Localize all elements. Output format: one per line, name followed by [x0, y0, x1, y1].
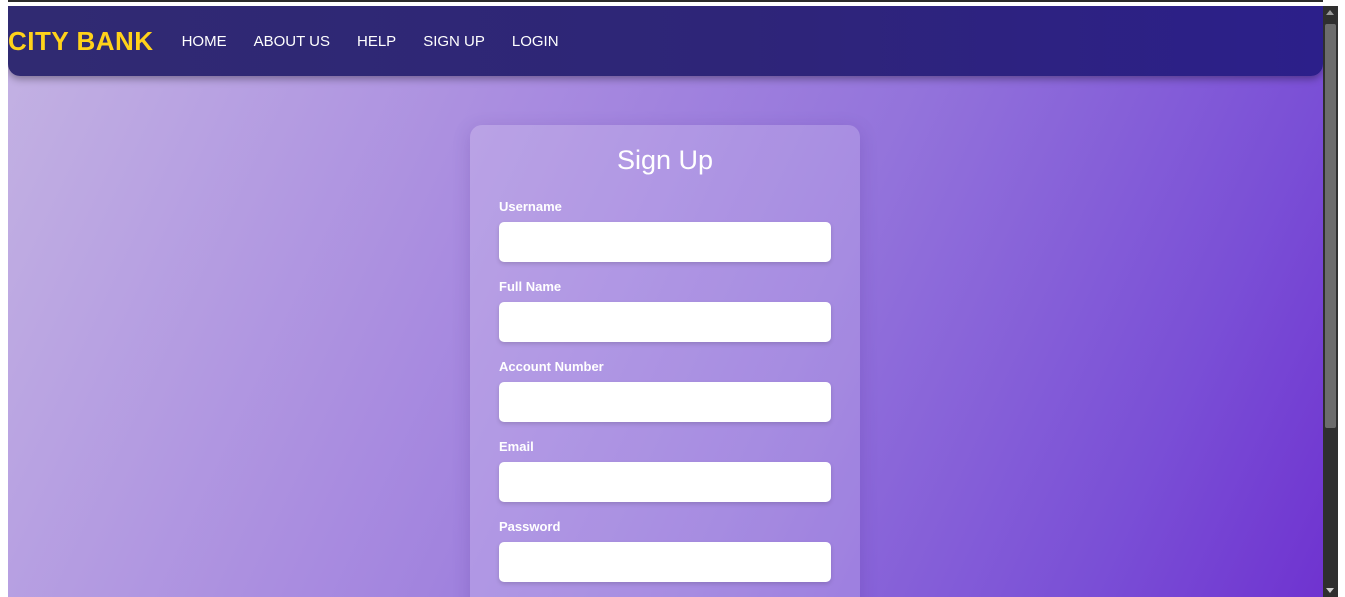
password-label: Password	[499, 519, 561, 534]
password-input[interactable]	[499, 542, 831, 582]
nav-link-sign-up[interactable]: SIGN UP	[423, 33, 485, 50]
scroll-up-icon[interactable]	[1326, 10, 1334, 15]
signup-card: Sign Up Username Full Name Account Numbe…	[470, 125, 860, 597]
nav-link-help[interactable]: HELP	[357, 33, 396, 50]
vertical-scrollbar[interactable]	[1323, 6, 1338, 597]
navbar: CITY BANK HOME ABOUT US HELP SIGN UP LOG…	[8, 6, 1323, 76]
nav-link-about-us[interactable]: ABOUT US	[254, 33, 330, 50]
browser-viewport: CITY BANK HOME ABOUT US HELP SIGN UP LOG…	[0, 0, 1345, 597]
nav-links: HOME ABOUT US HELP SIGN UP LOGIN	[182, 33, 586, 50]
account-number-input[interactable]	[499, 382, 831, 422]
scroll-down-icon[interactable]	[1326, 588, 1334, 593]
full-name-label: Full Name	[499, 279, 562, 294]
full-name-input[interactable]	[499, 302, 831, 342]
username-label: Username	[499, 199, 562, 214]
nav-link-home[interactable]: HOME	[182, 33, 227, 50]
username-input[interactable]	[499, 222, 831, 262]
signup-title: Sign Up	[616, 145, 714, 175]
page-background: CITY BANK HOME ABOUT US HELP SIGN UP LOG…	[8, 6, 1323, 597]
brand-logo[interactable]: CITY BANK	[8, 26, 154, 57]
nav-link-login[interactable]: LOGIN	[512, 33, 559, 50]
email-input[interactable]	[499, 462, 831, 502]
account-number-label: Account Number	[499, 359, 604, 374]
email-label: Email	[499, 439, 534, 454]
scroll-thumb[interactable]	[1325, 24, 1336, 428]
